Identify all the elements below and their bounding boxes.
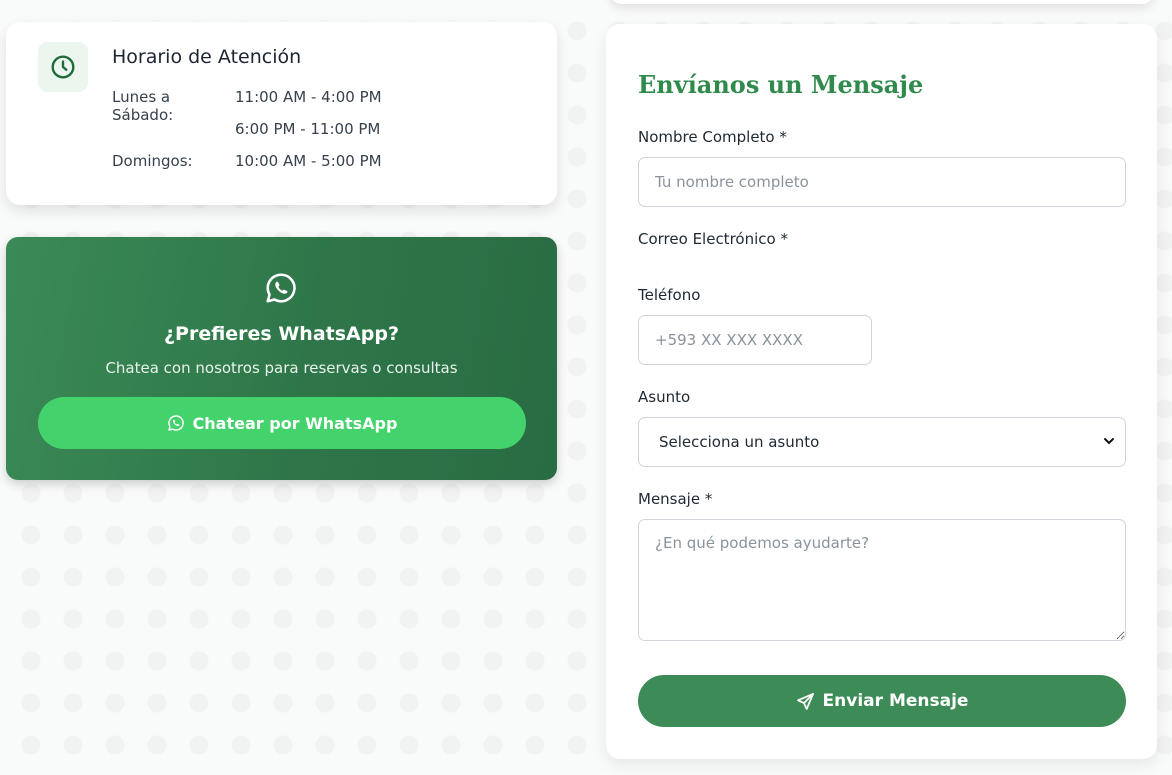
clock-icon xyxy=(38,42,88,92)
hours-time: 11:00 AM - 4:00 PM xyxy=(235,88,382,106)
send-message-button[interactable]: Enviar Mensaje xyxy=(638,675,1126,727)
whatsapp-subtitle: Chatea con nosotros para reservas o cons… xyxy=(105,359,458,377)
previous-card-edge xyxy=(610,0,1154,4)
hours-time: 6:00 PM - 11:00 PM xyxy=(235,120,381,138)
whatsapp-card: ¿Prefieres WhatsApp? Chatea con nosotros… xyxy=(6,237,557,480)
chevron-down-icon xyxy=(1104,438,1114,445)
hours-title: Horario de Atención xyxy=(112,46,302,68)
send-message-label: Enviar Mensaje xyxy=(822,691,969,711)
hours-row: 6:00 PM - 11:00 PM xyxy=(112,120,380,138)
hours-day: Domingos: xyxy=(112,152,193,170)
chat-whatsapp-button[interactable]: Chatear por WhatsApp xyxy=(38,397,526,449)
phone-label: Teléfono xyxy=(638,286,701,304)
phone-field[interactable] xyxy=(638,315,872,365)
name-field[interactable] xyxy=(638,157,1126,207)
hours-row: Lunes a Sábado: 11:00 AM - 4:00 PM xyxy=(112,88,382,124)
message-textarea[interactable] xyxy=(638,519,1126,641)
hours-time: 10:00 AM - 5:00 PM xyxy=(235,152,382,170)
paper-plane-icon xyxy=(796,692,814,710)
hours-day: Lunes a Sábado: xyxy=(112,88,174,124)
whatsapp-icon xyxy=(266,273,296,303)
name-label: Nombre Completo * xyxy=(638,128,787,146)
chat-whatsapp-label: Chatear por WhatsApp xyxy=(192,413,398,433)
whatsapp-icon xyxy=(167,415,184,431)
email-label: Correo Electrónico * xyxy=(638,230,788,248)
subject-select[interactable]: Selecciona un asunto xyxy=(638,417,1126,467)
contact-form-card: Envíanos un Mensaje Nombre Completo * Co… xyxy=(606,24,1157,759)
subject-selected-value: Selecciona un asunto xyxy=(659,433,820,451)
subject-label: Asunto xyxy=(638,388,691,406)
message-label: Mensaje * xyxy=(638,490,713,508)
hours-row: Domingos: 10:00 AM - 5:00 PM xyxy=(112,152,382,170)
whatsapp-title: ¿Prefieres WhatsApp? xyxy=(164,323,399,345)
form-title: Envíanos un Mensaje xyxy=(638,70,924,99)
hours-card: Horario de Atención Lunes a Sábado: 11:0… xyxy=(6,22,557,205)
